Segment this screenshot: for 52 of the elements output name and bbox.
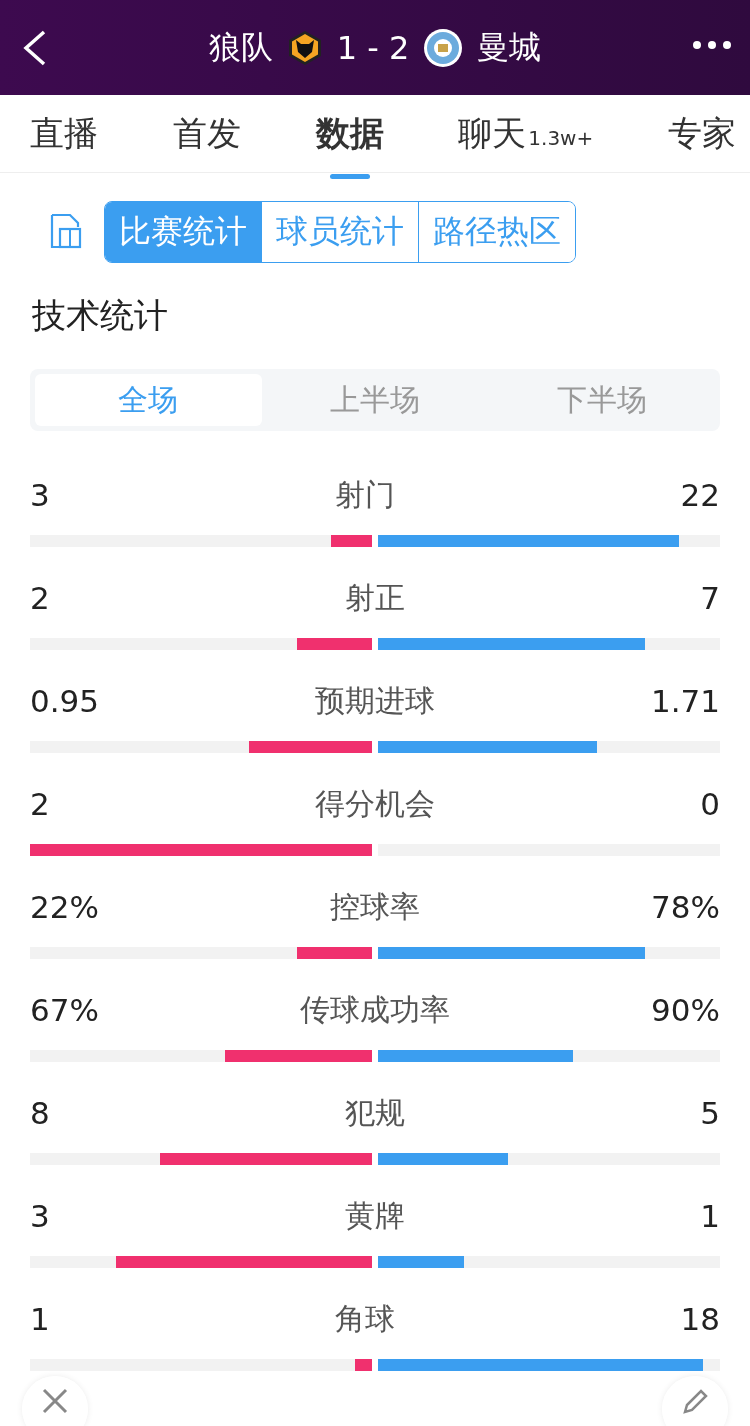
home-stat-value: 22% (30, 889, 99, 925)
edit-button[interactable] (662, 1376, 728, 1426)
nav-tab[interactable]: 数据 (315, 110, 384, 157)
away-stat-value: 1 (700, 1198, 720, 1234)
match-score: 1 - 2 (336, 28, 410, 67)
home-stat-value: 2 (30, 580, 50, 616)
wolf-crest-icon (286, 29, 323, 66)
back-icon[interactable] (22, 30, 48, 66)
period-tab[interactable]: 全场 (35, 374, 262, 426)
home-stat-value: 67% (30, 992, 99, 1028)
nav-tab[interactable]: 直播 (30, 110, 98, 157)
stats-segment-tab[interactable]: 路径热区 (418, 202, 575, 262)
close-button[interactable] (22, 1376, 88, 1426)
stat-name: 射正 (345, 578, 405, 617)
stat-name: 射门 (335, 475, 396, 514)
away-stat-value: 22 (680, 477, 720, 513)
stat-name: 得分机会 (315, 784, 435, 823)
away-stat-value: 78% (651, 889, 720, 925)
away-team-name: 曼城 (477, 26, 542, 68)
chat-count-label: 1.3w+ (528, 125, 594, 150)
active-tab-indicator (329, 173, 370, 179)
away-stat-value: 1.71 (650, 683, 720, 719)
stats-segment-tab[interactable]: 比赛统计 (105, 202, 261, 262)
stat-name: 黄牌 (345, 1196, 405, 1235)
home-stat-value: 3 (30, 477, 50, 513)
nav-tab[interactable]: 首发 (172, 110, 241, 157)
stat-name: 传球成功率 (300, 990, 450, 1029)
away-stat-value: 90% (651, 992, 720, 1028)
away-stat-value: 7 (700, 580, 720, 616)
more-icon[interactable] (692, 40, 732, 50)
period-tab[interactable]: 上半场 (261, 374, 489, 426)
close-icon (42, 1388, 68, 1414)
stat-name: 角球 (335, 1299, 396, 1338)
nav-tab[interactable]: 聊天 1.3w+ (458, 110, 594, 157)
stat-name: 预期进球 (315, 681, 435, 720)
document-icon[interactable] (48, 213, 84, 251)
home-team-name: 狼队 (208, 26, 273, 68)
stat-name: 控球率 (330, 887, 420, 926)
period-tab[interactable]: 下半场 (488, 374, 715, 426)
stat-name: 犯规 (345, 1093, 405, 1132)
home-stat-value: 1 (30, 1301, 50, 1337)
section-title: 技术统计 (32, 294, 169, 337)
home-stat-value: 3 (30, 1198, 50, 1234)
nav-tab[interactable]: 专家 (668, 110, 736, 157)
away-stat-value: 18 (680, 1301, 720, 1337)
pencil-icon (681, 1388, 709, 1416)
home-stat-value: 8 (30, 1095, 50, 1131)
away-stat-value: 5 (700, 1095, 720, 1131)
club-crest-icon (423, 27, 464, 68)
away-stat-value: 0 (700, 786, 720, 822)
home-stat-value: 2 (30, 786, 50, 822)
home-stat-value: 0.95 (30, 683, 100, 719)
